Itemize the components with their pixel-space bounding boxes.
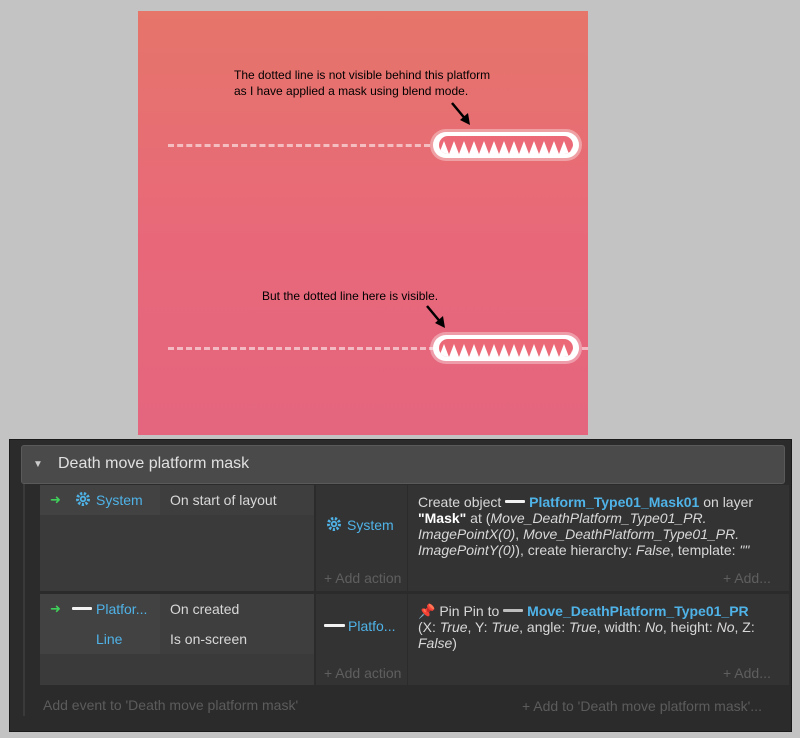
bottom-annotation: But the dotted line here is visible. (262, 289, 439, 303)
line-sprite-icon (72, 607, 92, 610)
event-group-header[interactable]: ▼ Death move platform mask (21, 445, 785, 484)
add-event-link[interactable]: Add event to 'Death move platform mask' (43, 697, 298, 713)
arrow-down-icon (451, 102, 470, 125)
group-rail (23, 484, 25, 716)
action-pin[interactable]: 📌 Pin Pin to Move_DeathPlatform_Type01_P… (418, 603, 778, 651)
green-arrow-icon: ➜ (50, 492, 61, 507)
add-action-button[interactable]: + Add action (324, 570, 401, 586)
condition-object[interactable]: Line (96, 631, 122, 647)
add-action-button[interactable]: + Add action (324, 665, 401, 681)
gear-icon (76, 492, 90, 506)
group-title: Death move platform mask (58, 455, 250, 472)
line-sprite-icon (505, 500, 526, 503)
gear-icon (327, 517, 341, 531)
conditions-block[interactable]: ➜ System On start of layout (40, 485, 314, 591)
platform-bottom (433, 335, 579, 361)
line-sprite-icon (503, 609, 524, 612)
event-row[interactable]: ➜ Platfor... On created Line Is on-scree… (40, 594, 790, 685)
triangle-down-icon[interactable]: ▼ (33, 459, 43, 470)
action-create-object[interactable]: Create object Platform_Type01_Mask01 on … (418, 494, 778, 558)
action-object-name[interactable]: Platfo... (348, 618, 395, 634)
conditions-block[interactable]: ➜ Platfor... On created Line Is on-scree… (40, 594, 314, 685)
arrow-down-icon (426, 305, 445, 328)
condition-row[interactable]: ➜ System On start of layout (40, 485, 314, 515)
condition-text[interactable]: Is on-screen (160, 624, 314, 654)
action-object-name[interactable]: System (347, 517, 394, 533)
green-arrow-icon: ➜ (50, 601, 61, 616)
add-to-group-link[interactable]: + Add to 'Death move platform mask'... (522, 698, 762, 714)
event-sheet: ▼ Death move platform mask ➜ System On s… (9, 439, 792, 732)
spikes-icon (439, 141, 573, 154)
condition-text[interactable]: On start of layout (160, 485, 314, 515)
layout-preview: The dotted line is not visible behind th… (138, 11, 588, 435)
condition-row[interactable]: Line Is on-screen (40, 624, 314, 654)
pin-icon: 📌 (418, 603, 436, 619)
condition-row[interactable]: ➜ Platfor... On created (40, 594, 314, 624)
spikes-icon (439, 344, 573, 357)
condition-text[interactable]: On created (160, 594, 314, 624)
platform-top (433, 132, 579, 158)
top-annotation: The dotted line is not visible behind th… (234, 68, 491, 98)
add-more-button[interactable]: + Add... (723, 665, 771, 681)
condition-object[interactable]: System (96, 492, 143, 508)
add-more-button[interactable]: + Add... (723, 570, 771, 586)
condition-object[interactable]: Platfor... (96, 601, 147, 617)
line-sprite-icon (324, 624, 345, 627)
event-row[interactable]: ➜ System On start of layout System Creat… (40, 485, 790, 591)
dotted-line-top (168, 144, 430, 147)
